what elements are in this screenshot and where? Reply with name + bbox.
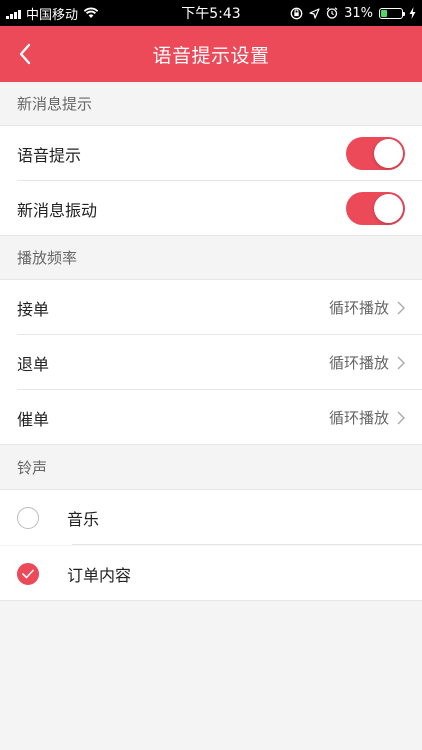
status-bar: 中国移动 下午5:43 31%: [0, 0, 422, 26]
battery-icon: [379, 7, 405, 19]
page-title: 语音提示设置: [152, 44, 270, 67]
chevron-right-icon: [397, 301, 405, 314]
checkmark-icon: [22, 569, 34, 578]
chevron-left-icon: [19, 43, 31, 65]
section-header-new-message: 新消息提示: [0, 82, 422, 126]
orientation-lock-icon: [290, 7, 303, 19]
battery-percent: 31%: [344, 5, 373, 21]
row-vibrate: 新消息振动: [0, 181, 422, 236]
row-label: 新消息振动: [17, 200, 98, 220]
row-refund-order[interactable]: 退单 循环播放: [0, 335, 422, 390]
signal-bars-icon: [6, 8, 21, 19]
alarm-icon: [326, 7, 338, 19]
radio-unchecked-icon[interactable]: [17, 506, 39, 529]
nav-bar: 语音提示设置: [0, 26, 422, 82]
row-label: 退单: [17, 354, 50, 374]
ringtone-option-music[interactable]: 音乐: [0, 490, 422, 545]
chevron-right-icon: [397, 356, 405, 369]
section-header-frequency: 播放频率: [0, 236, 422, 280]
section-header-ringtone: 铃声: [0, 446, 422, 490]
row-urge-order[interactable]: 催单 循环播放: [0, 390, 422, 445]
carrier-name: 中国移动: [26, 7, 79, 23]
vibrate-toggle[interactable]: [346, 192, 405, 225]
radio-checked-icon[interactable]: [17, 562, 39, 585]
row-voice-prompt: 语音提示: [0, 126, 422, 181]
row-value: 循环播放: [328, 409, 389, 427]
row-value: 循环播放: [328, 354, 389, 372]
voice-prompt-toggle[interactable]: [346, 137, 405, 170]
wifi-icon: [83, 7, 99, 18]
ringtone-option-order-content[interactable]: 订单内容: [0, 546, 422, 601]
row-label: 语音提示: [17, 145, 82, 165]
row-label: 订单内容: [67, 565, 132, 585]
charging-icon: [409, 7, 416, 19]
row-label: 接单: [17, 299, 50, 319]
location-icon: [309, 7, 320, 19]
row-label: 催单: [17, 409, 50, 429]
row-label: 音乐: [67, 509, 100, 529]
back-button[interactable]: [14, 40, 38, 68]
chevron-right-icon: [397, 411, 405, 424]
row-accept-order[interactable]: 接单 循环播放: [0, 280, 422, 335]
row-value: 循环播放: [328, 299, 389, 317]
